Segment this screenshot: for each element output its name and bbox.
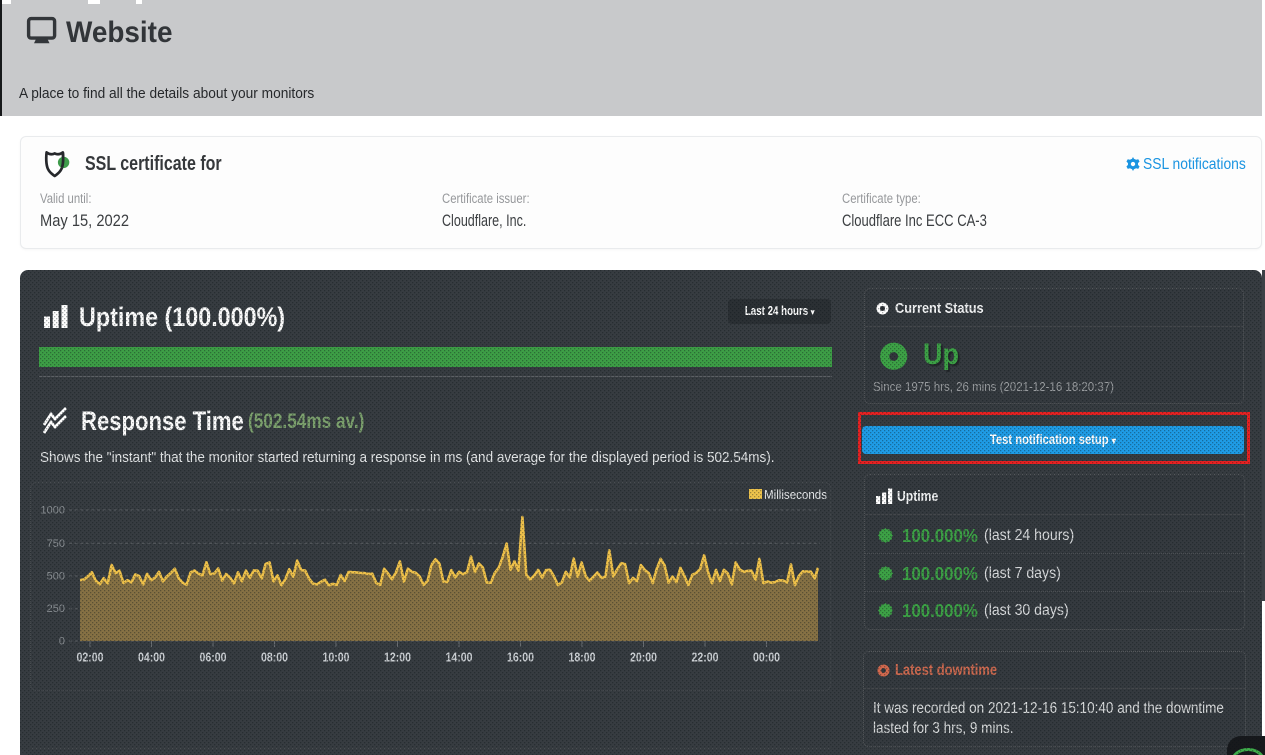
svg-text:22:00: 22:00 <box>692 651 719 665</box>
svg-text:16:00: 16:00 <box>507 651 534 665</box>
svg-text:12:00: 12:00 <box>384 651 411 665</box>
svg-text:0: 0 <box>59 636 65 648</box>
svg-text:Milliseconds: Milliseconds <box>764 487 827 502</box>
svg-text:18:00: 18:00 <box>569 651 596 665</box>
svg-text:750: 750 <box>47 538 65 550</box>
svg-text:00:00: 00:00 <box>753 651 780 665</box>
svg-text:08:00: 08:00 <box>261 651 288 665</box>
svg-text:20:00: 20:00 <box>630 651 657 665</box>
svg-text:06:00: 06:00 <box>200 651 227 665</box>
svg-text:10:00: 10:00 <box>323 651 350 665</box>
svg-text:02:00: 02:00 <box>77 651 104 665</box>
svg-text:04:00: 04:00 <box>138 651 165 665</box>
svg-text:500: 500 <box>47 571 65 583</box>
svg-text:1000: 1000 <box>41 505 65 517</box>
svg-text:14:00: 14:00 <box>446 651 473 665</box>
svg-text:250: 250 <box>47 603 65 615</box>
